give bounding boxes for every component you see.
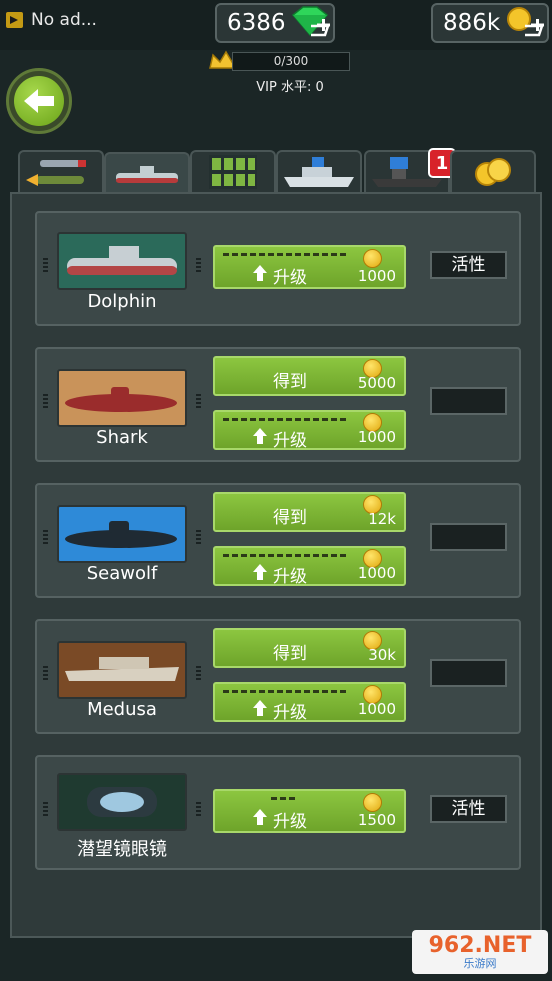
- upgrade-progress: [223, 253, 348, 256]
- goggles-thumbnail[interactable]: [57, 773, 187, 831]
- grip-handle: [43, 258, 48, 274]
- watermark-subtext: 乐游网: [463, 957, 497, 970]
- get-button[interactable]: 得到 30k: [213, 628, 406, 668]
- upgrade-button[interactable]: 升级 1000: [213, 245, 406, 289]
- grip-handle: [196, 394, 201, 410]
- torpedo-icon: [26, 160, 86, 186]
- grip-handle: [196, 802, 201, 818]
- upgrade-label: 升级: [273, 812, 307, 832]
- watermark-text: 962.NET: [428, 933, 532, 958]
- medusa-vessel-image: [65, 657, 179, 681]
- upgrade-progress: [223, 690, 348, 693]
- periscope-goggles-image: [87, 787, 157, 817]
- crew-grid-icon: [209, 155, 257, 189]
- grip-handle: [196, 666, 201, 682]
- upgrade-price: 1000: [357, 700, 396, 718]
- watermark-logo: 962.NET 乐游网: [412, 930, 548, 974]
- video-icon: [6, 12, 23, 28]
- upgrade-price: 1000: [357, 267, 396, 285]
- active-status[interactable]: 活性: [430, 795, 507, 823]
- seawolf-submarine-image: [65, 521, 177, 548]
- shark-thumbnail[interactable]: [57, 369, 187, 427]
- shark-submarine-image: [65, 387, 177, 412]
- upgrade-progress: [223, 418, 348, 421]
- tab-shop[interactable]: [450, 150, 536, 192]
- upgrade-button[interactable]: 升级 1000: [213, 682, 406, 723]
- seawolf-thumbnail[interactable]: [57, 505, 187, 563]
- grip-handle: [196, 258, 201, 274]
- inactive-status[interactable]: [430, 387, 507, 415]
- no-ads-label: No ad...: [31, 10, 97, 30]
- vehicle-name: Dolphin: [87, 291, 157, 312]
- upgrade-price: 1500: [357, 811, 396, 829]
- upgrade-label: 升级: [273, 431, 307, 451]
- back-button[interactable]: [6, 68, 72, 134]
- upgrade-progress: [271, 797, 297, 800]
- upgrade-price: 1000: [357, 428, 396, 446]
- upgrade-progress: [223, 554, 348, 557]
- get-price: 30k: [368, 646, 396, 664]
- upgrade-price: 1000: [357, 564, 396, 582]
- grip-handle: [43, 666, 48, 682]
- back-arrow-icon: [24, 89, 54, 113]
- grip-handle: [196, 530, 201, 546]
- active-status[interactable]: 活性: [430, 251, 507, 279]
- upgrade-label: 升级: [273, 268, 307, 288]
- coin-icon: [363, 249, 382, 268]
- tab-weapons[interactable]: [18, 150, 104, 192]
- dolphin-submarine-image: [67, 246, 177, 275]
- no-ads-button[interactable]: No ad...: [6, 10, 97, 30]
- upgrade-button[interactable]: 升级 1000: [213, 410, 406, 451]
- warship-icon: [284, 157, 354, 187]
- upgrade-label: 升级: [273, 567, 307, 587]
- tab-submarines[interactable]: [104, 152, 190, 194]
- coin-icon: [363, 793, 382, 812]
- inactive-status[interactable]: [430, 523, 507, 551]
- get-label: 得到: [273, 644, 307, 664]
- vehicle-name: Shark: [96, 427, 148, 448]
- get-label: 得到: [273, 372, 307, 392]
- grip-handle: [43, 530, 48, 546]
- grip-handle: [43, 394, 48, 410]
- vehicle-name: Medusa: [87, 699, 157, 720]
- grip-handle: [43, 802, 48, 818]
- submarine-icon: [116, 166, 178, 183]
- buy-gems-icon[interactable]: [289, 5, 333, 41]
- vehicle-name: Seawolf: [86, 563, 158, 584]
- vip-level: VIP 水平: 0: [256, 80, 324, 95]
- get-button[interactable]: 得到 12k: [213, 492, 406, 532]
- coin-counter: 886k: [431, 3, 549, 43]
- medusa-thumbnail[interactable]: [57, 641, 187, 699]
- tab-crew[interactable]: [190, 150, 276, 192]
- tab-warships[interactable]: [276, 150, 362, 192]
- vip-progress-bar: 0/300: [232, 52, 350, 71]
- inactive-status[interactable]: [430, 659, 507, 687]
- get-label: 得到: [273, 508, 307, 528]
- get-price: 12k: [368, 510, 396, 528]
- get-price: 5000: [357, 374, 396, 392]
- vehicle-name: 潜望镜眼镜: [77, 839, 167, 860]
- buy-coins-icon[interactable]: [503, 5, 547, 41]
- upgrade-button[interactable]: 升级 1000: [213, 546, 406, 587]
- gem-counter: 6386: [215, 3, 335, 43]
- get-button[interactable]: 得到 5000: [213, 356, 406, 396]
- vip-progress-text: 0/300: [273, 54, 309, 68]
- upgrade-label: 升级: [273, 703, 307, 723]
- dolphin-thumbnail[interactable]: [57, 232, 187, 290]
- tab-carriers[interactable]: 1: [364, 148, 456, 192]
- coins-icon: [475, 158, 511, 186]
- gem-count: 6386: [227, 10, 286, 36]
- coin-count: 886k: [443, 10, 501, 36]
- upgrade-button[interactable]: 升级 1500: [213, 789, 406, 833]
